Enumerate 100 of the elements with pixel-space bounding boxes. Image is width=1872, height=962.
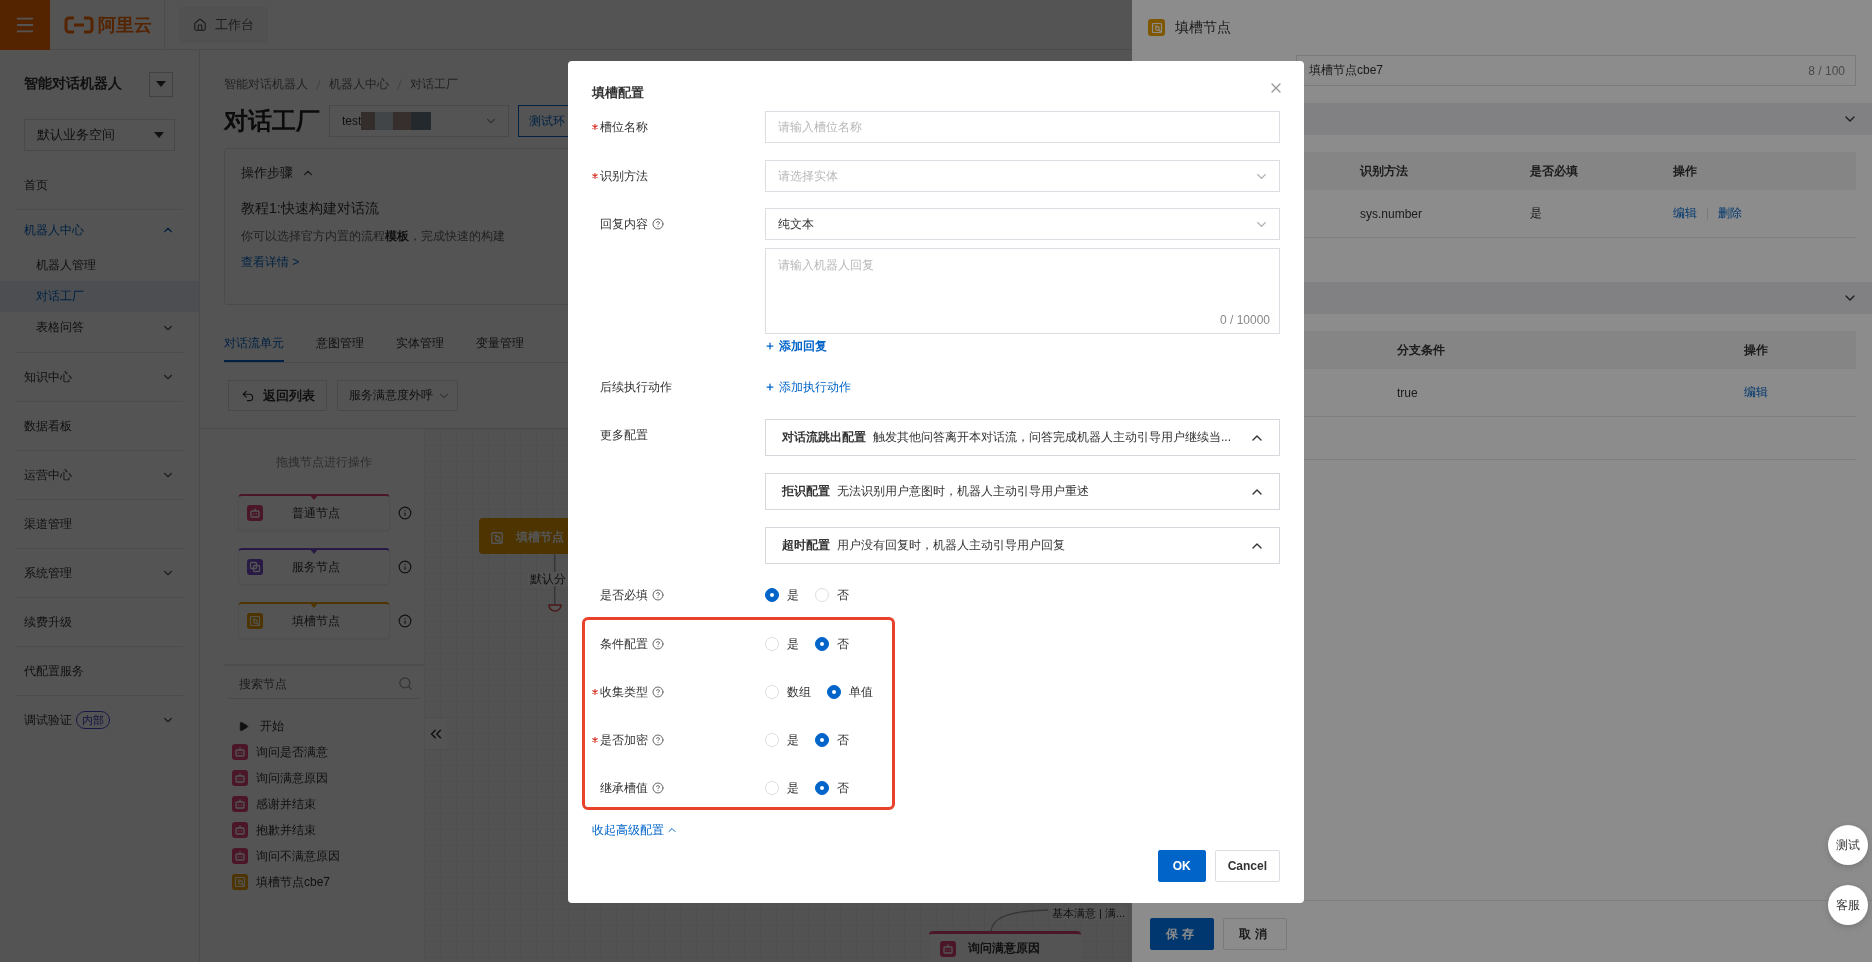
node-type-card[interactable]: 填槽节点 xyxy=(238,602,390,639)
robot-icon xyxy=(940,940,956,957)
radio-label[interactable]: 否 xyxy=(837,586,849,604)
nav-item[interactable]: 运营中心 xyxy=(0,451,199,499)
field-label: 条件配置 xyxy=(600,635,648,653)
plus-icon xyxy=(765,341,775,351)
environment-select[interactable]: test xyxy=(329,105,509,137)
tab[interactable]: 变量管理 xyxy=(476,326,524,362)
field-label: 是否加密 xyxy=(600,731,648,749)
radio-label[interactable]: 否 xyxy=(837,779,849,797)
tree-item[interactable]: 询问不满意原因 xyxy=(224,843,424,869)
form-search-icon xyxy=(232,874,248,890)
collapse-button[interactable] xyxy=(425,719,447,749)
table-action-link[interactable]: 删除 xyxy=(1718,205,1742,222)
flow-select[interactable]: 服务满意度外呼 xyxy=(337,380,458,411)
radio-label[interactable]: 是 xyxy=(787,586,799,604)
help-icon[interactable] xyxy=(652,589,664,601)
mosaic-redaction xyxy=(361,112,432,130)
field-label: 后续执行动作 xyxy=(600,378,672,396)
robot-icon xyxy=(232,770,248,786)
column-header: 操作 xyxy=(1673,162,1697,180)
tree-item[interactable]: 询问满意原因 xyxy=(224,765,424,791)
collapse-panel[interactable]: 超时配置 用户没有回复时，机器人主动引导用户回复 xyxy=(765,527,1280,564)
radio-label[interactable]: 单值 xyxy=(849,683,873,701)
tree-item[interactable]: 填槽节点cbe7 xyxy=(224,869,424,895)
tree-item[interactable]: 开始 xyxy=(224,713,424,739)
text-input[interactable]: 请输入槽位名称 xyxy=(765,111,1280,143)
home-icon xyxy=(193,17,207,32)
robot-icon xyxy=(232,796,248,812)
product-dropdown-button[interactable] xyxy=(149,71,173,97)
logo-text: 阿里云 xyxy=(98,13,152,37)
card-title: 操作步骤 xyxy=(241,164,293,182)
table-action-link[interactable]: 编辑 xyxy=(1673,205,1697,222)
radio-button[interactable] xyxy=(815,733,829,747)
collapse-panel[interactable]: 对话流跳出配置 触发其他问答离开本对话流，问答完成机器人主动引导用户继续当... xyxy=(765,419,1280,456)
nav-item[interactable]: 首页 xyxy=(0,161,199,209)
collapse-advanced-link[interactable]: 收起高级配置 xyxy=(592,820,678,840)
node-type-card[interactable]: 服务节点 xyxy=(238,548,390,585)
field-label: 回复内容 xyxy=(600,215,648,233)
nav-item[interactable]: 机器人中心 xyxy=(0,210,199,250)
help-icon[interactable] xyxy=(652,638,664,650)
logo-icon xyxy=(64,15,94,34)
caret-down-icon xyxy=(154,132,164,138)
nav-item[interactable]: 系统管理 xyxy=(0,549,199,597)
radio-button[interactable] xyxy=(765,588,779,602)
connection-port-icon xyxy=(548,604,562,612)
form-search-icon xyxy=(1148,19,1165,36)
info-icon[interactable] xyxy=(398,613,412,628)
ok-button[interactable]: OK xyxy=(1157,850,1206,882)
help-icon[interactable] xyxy=(652,782,664,794)
radio-label[interactable]: 否 xyxy=(837,731,849,749)
field-label: 是否必填 xyxy=(600,586,648,604)
cancel-button[interactable]: Cancel xyxy=(1214,850,1280,882)
node-type-card[interactable]: 普通节点 xyxy=(238,494,390,531)
help-icon[interactable] xyxy=(652,686,664,698)
radio-label[interactable]: 是 xyxy=(787,731,799,749)
nav-item[interactable]: 机器人管理 xyxy=(0,250,199,281)
tree-item[interactable]: 询问是否满意 xyxy=(224,739,424,765)
page-title: 对话工厂 xyxy=(224,106,320,136)
search-icon[interactable] xyxy=(398,676,413,691)
radio-button[interactable] xyxy=(827,685,841,699)
help-icon[interactable] xyxy=(652,218,664,230)
add-reply-link[interactable]: 添加回复 xyxy=(765,336,827,356)
nav-item[interactable]: 续费升级 xyxy=(0,598,199,646)
tree-item[interactable]: 感谢并结束 xyxy=(224,791,424,817)
info-icon[interactable] xyxy=(398,505,412,520)
tree-item[interactable]: 抱歉并结束 xyxy=(224,817,424,843)
tab[interactable]: 对话流单元 xyxy=(224,326,284,362)
collapse-panel[interactable]: 拒识配置 无法识别用户意图时，机器人主动引导用户重述 xyxy=(765,473,1280,510)
cancel-button[interactable]: 取消 xyxy=(1223,918,1287,950)
info-icon[interactable] xyxy=(398,559,412,574)
radio-label[interactable]: 数组 xyxy=(787,683,811,701)
nav-item[interactable]: 调试验证 内部 xyxy=(0,696,199,744)
radio-label[interactable]: 是 xyxy=(787,635,799,653)
form-search-icon xyxy=(490,530,504,545)
tab[interactable]: 意图管理 xyxy=(316,326,364,362)
back-to-list-button[interactable]: 返回列表 xyxy=(228,380,327,411)
radio-button[interactable] xyxy=(815,781,829,795)
nav-item[interactable]: 渠道管理 xyxy=(0,500,199,548)
panel-title: 超时配置 xyxy=(782,537,830,554)
connector-line xyxy=(990,907,1048,933)
add-action-link[interactable]: 添加执行动作 xyxy=(765,371,851,403)
radio-button[interactable] xyxy=(815,637,829,651)
nav-item[interactable]: 知识中心 xyxy=(0,353,199,401)
select-field[interactable]: 请选择实体 xyxy=(765,160,1280,192)
nav-item[interactable]: 表格问答 xyxy=(0,312,199,343)
flow-node[interactable]: 询问满意原因 xyxy=(929,931,1081,962)
node-name-input[interactable]: 填槽节点cbe7 8 / 100 xyxy=(1296,55,1856,86)
help-icon[interactable] xyxy=(652,734,664,746)
radio-label[interactable]: 是 xyxy=(787,779,799,797)
workspace-select[interactable]: 默认业务空间 xyxy=(24,119,175,151)
nav-item[interactable]: 对话工厂 xyxy=(0,281,199,312)
save-button[interactable]: 保存 xyxy=(1150,918,1214,950)
nav-item[interactable]: 数据看板 xyxy=(0,402,199,450)
tab[interactable]: 实体管理 xyxy=(396,326,444,362)
details-link[interactable]: 查看详情 > xyxy=(241,254,300,270)
table-action-link[interactable]: 编辑 xyxy=(1744,384,1768,401)
menu-button[interactable] xyxy=(0,0,50,50)
select-field[interactable]: 纯文本 xyxy=(765,208,1280,240)
radio-label[interactable]: 否 xyxy=(837,635,849,653)
